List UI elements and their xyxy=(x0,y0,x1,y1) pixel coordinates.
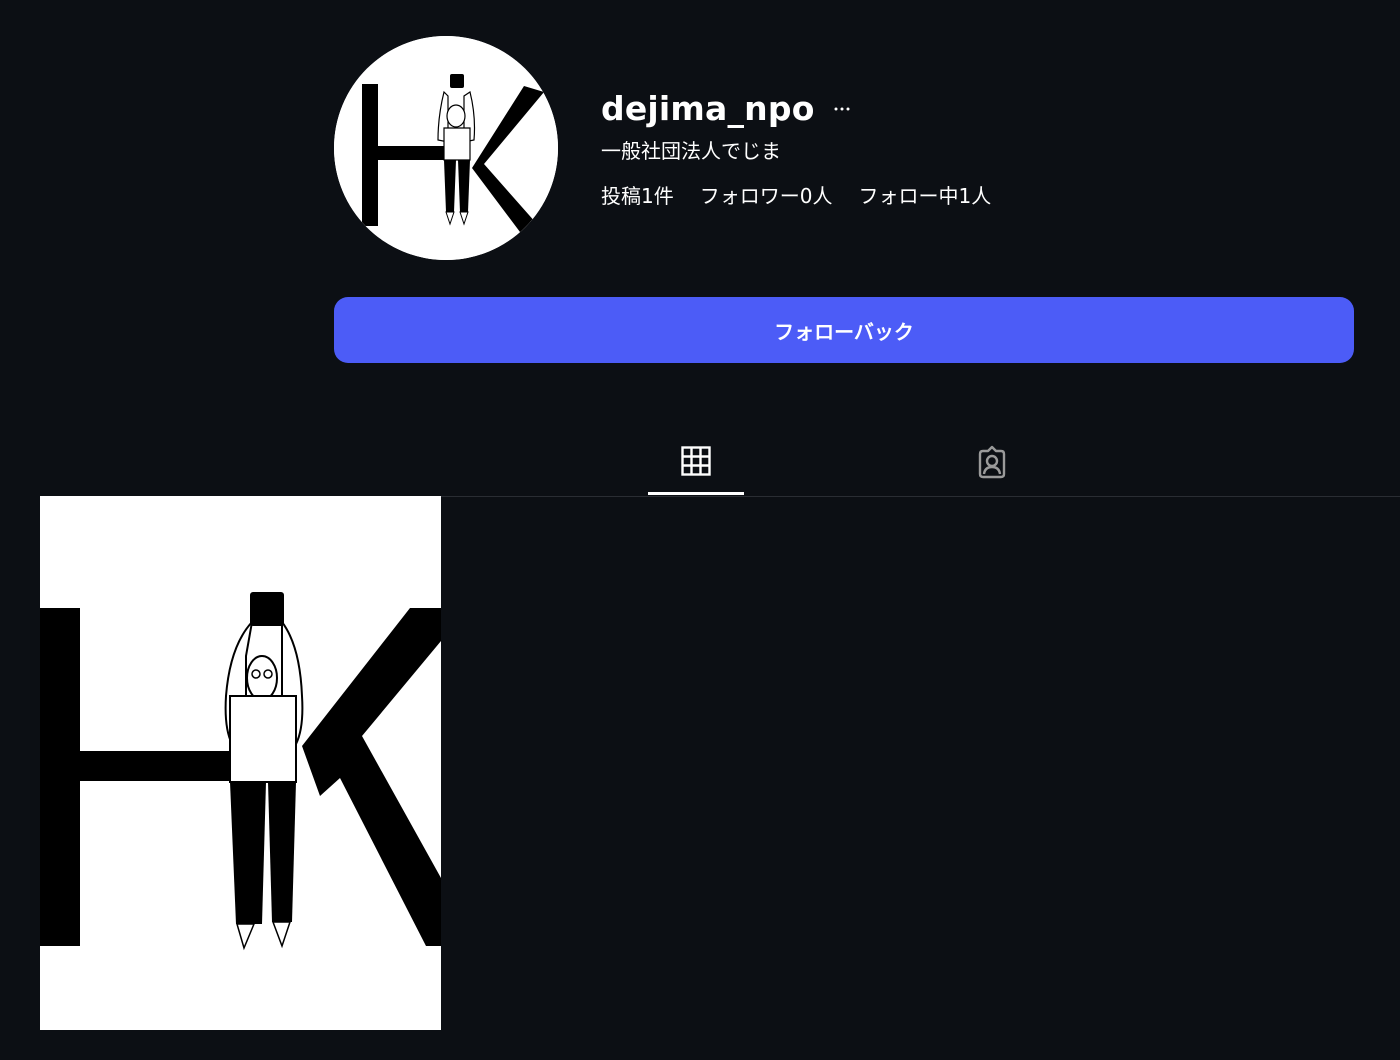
tagged-person-icon xyxy=(978,445,1006,479)
username: dejima_npo xyxy=(601,89,815,128)
username-row: dejima_npo xyxy=(601,86,851,132)
profile-avatar[interactable] xyxy=(334,36,558,260)
following-count[interactable]: フォロー中1人 xyxy=(858,181,991,211)
profile-page: dejima_npo 一般社団法人でじま 投稿1件 フォロワー0人 フォロー中1… xyxy=(0,0,1400,1060)
tab-tagged[interactable] xyxy=(944,430,1040,494)
follow-back-button[interactable]: フォローバック xyxy=(334,297,1354,363)
tab-posts[interactable] xyxy=(648,430,744,495)
grid-icon xyxy=(681,446,711,476)
hk-logo-illustration xyxy=(40,496,441,1030)
posts-count: 投稿1件 xyxy=(601,184,674,208)
more-options-button[interactable] xyxy=(833,99,851,119)
display-name: 一般社団法人でじま xyxy=(601,139,781,163)
hk-logo-icon xyxy=(334,36,558,260)
more-horizontal-icon xyxy=(834,107,850,111)
post-thumbnail[interactable] xyxy=(40,496,441,1030)
followers-count[interactable]: フォロワー0人 xyxy=(700,181,833,211)
profile-stats: 投稿1件 フォロワー0人 フォロー中1人 xyxy=(601,181,1017,211)
profile-tabs xyxy=(40,430,1400,497)
